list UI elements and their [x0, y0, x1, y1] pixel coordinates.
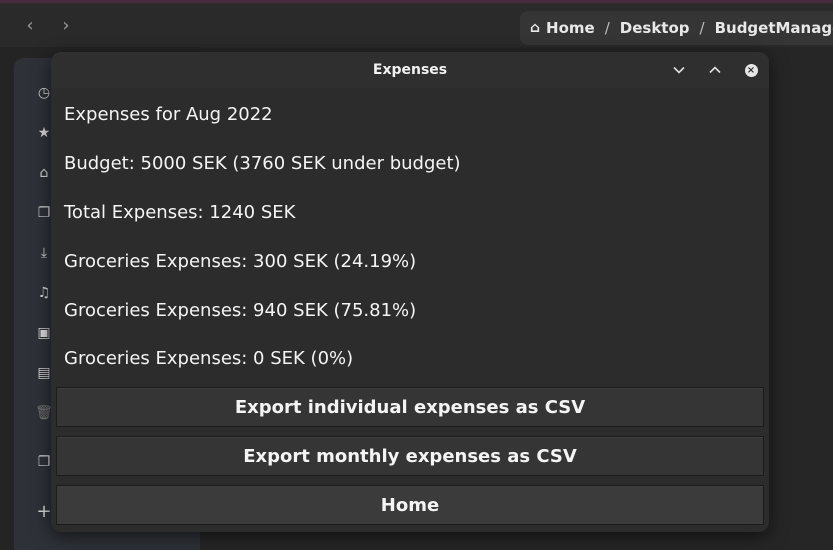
- minimize-button[interactable]: [670, 61, 688, 79]
- total-expenses-label: Total Expenses: 1240 SEK: [64, 202, 296, 223]
- download-icon[interactable]: ⤓: [36, 245, 52, 261]
- breadcrumb-desktop[interactable]: Desktop: [620, 19, 690, 37]
- close-icon: ×: [744, 63, 758, 77]
- category-expense-label: Groceries Expenses: 940 SEK (75.81%): [64, 300, 417, 321]
- breadcrumb-budgetmanager[interactable]: BudgetManager: [715, 19, 833, 37]
- export-individual-csv-button[interactable]: Export individual expenses as CSV: [56, 387, 764, 427]
- pictures-icon[interactable]: ▣: [36, 325, 52, 341]
- chevron-down-icon: [673, 66, 685, 74]
- category-expense-label: Groceries Expenses: 0 SEK (0%): [64, 348, 354, 369]
- home-icon: ⌂: [530, 20, 541, 36]
- videos-icon[interactable]: ▤: [36, 365, 52, 381]
- home-button[interactable]: Home: [56, 485, 764, 525]
- expenses-dialog: Expenses × Expenses for Aug 2022 Budget:…: [51, 52, 769, 532]
- budget-label: Budget: 5000 SEK (3760 SEK under budget): [64, 153, 461, 174]
- dialog-header: Expenses ×: [51, 52, 769, 88]
- documents-icon[interactable]: ❐: [36, 205, 52, 221]
- back-button[interactable]: ‹: [18, 13, 42, 37]
- breadcrumb-separator: /: [699, 19, 705, 37]
- breadcrumb-home[interactable]: Home: [546, 19, 595, 37]
- expenses-period-label: Expenses for Aug 2022: [64, 104, 273, 125]
- star-icon[interactable]: ★: [36, 125, 52, 141]
- maximize-button[interactable]: [706, 61, 724, 79]
- plus-icon[interactable]: +: [36, 501, 52, 522]
- chevron-right-icon: ›: [62, 14, 70, 36]
- dialog-title: Expenses: [372, 62, 448, 78]
- trash-icon[interactable]: 🗑: [35, 405, 53, 421]
- category-expense-label: Groceries Expenses: 300 SEK (24.19%): [64, 251, 417, 272]
- file-manager-header: ‹ › ⌂ Home / Desktop / BudgetManager: [0, 3, 833, 47]
- copy-icon[interactable]: ❐: [36, 454, 52, 470]
- chevron-left-icon: ‹: [26, 14, 34, 36]
- breadcrumb-separator: /: [604, 19, 610, 37]
- chevron-up-icon: [709, 66, 721, 74]
- home-icon[interactable]: ⌂: [36, 165, 52, 181]
- clock-icon[interactable]: ◷: [36, 85, 52, 101]
- forward-button[interactable]: ›: [54, 13, 78, 37]
- music-icon[interactable]: ♫: [36, 285, 52, 301]
- close-button[interactable]: ×: [742, 61, 760, 79]
- breadcrumb: ⌂ Home / Desktop / BudgetManager: [520, 11, 833, 45]
- export-monthly-csv-button[interactable]: Export monthly expenses as CSV: [56, 436, 764, 476]
